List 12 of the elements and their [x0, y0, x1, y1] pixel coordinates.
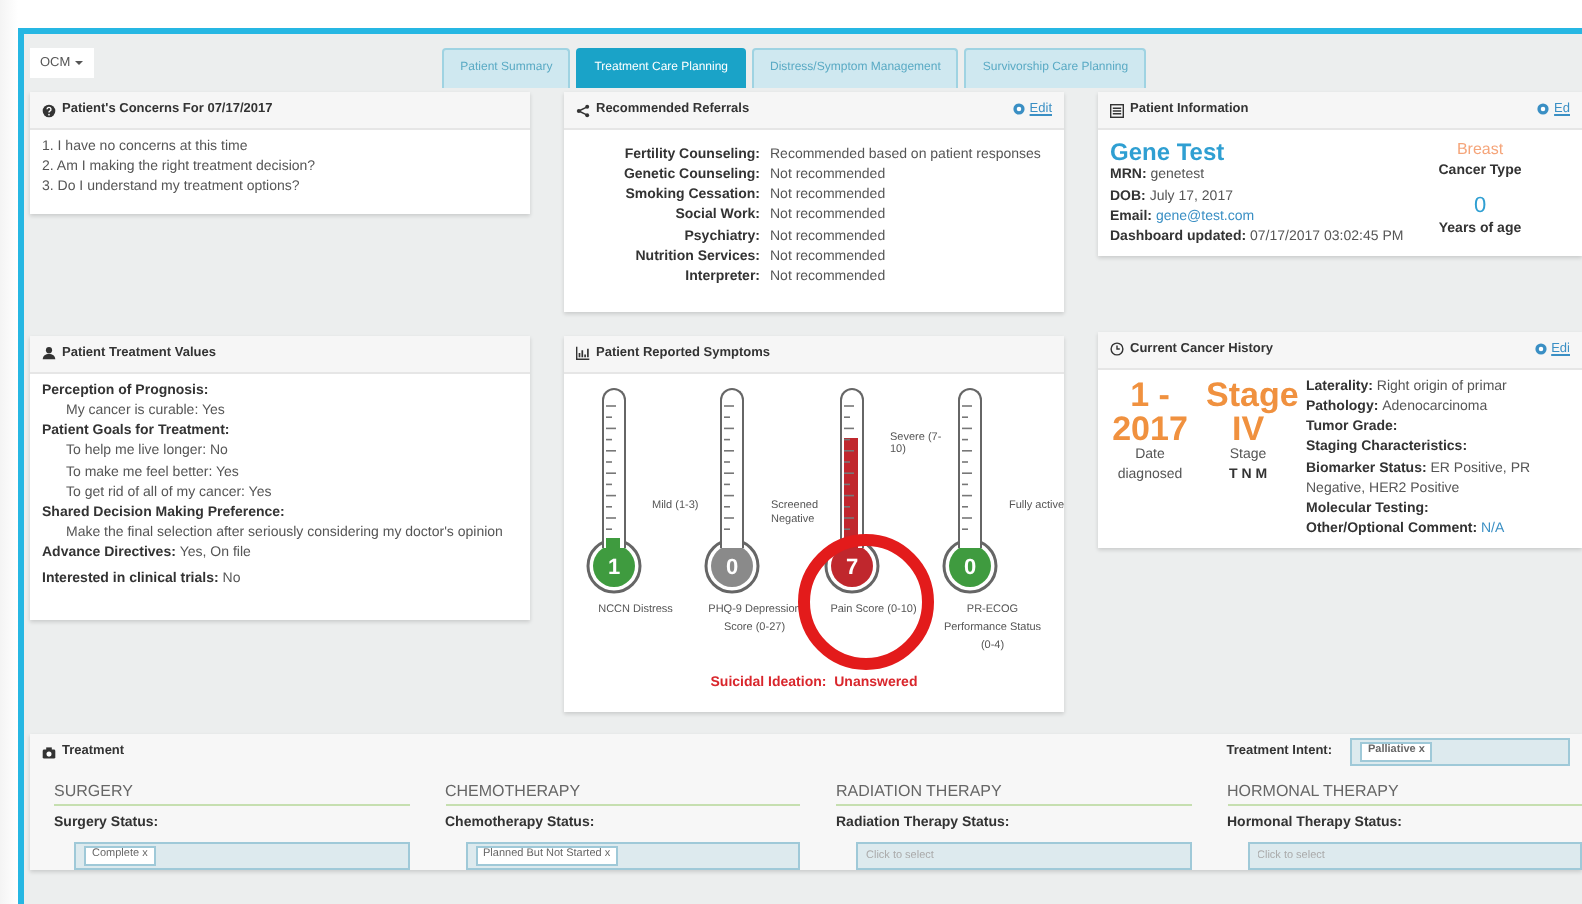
cancer-type: Breast: [1454, 138, 1506, 162]
therapy-heading: RADIATION THERAPY: [836, 779, 1191, 807]
age-value: 0: [1471, 193, 1489, 220]
gauge-value: 0: [964, 555, 977, 580]
gauge-value: 0: [726, 555, 739, 580]
patient-name: Gene Test: [1110, 138, 1227, 167]
gauge-value: 1: [607, 555, 620, 580]
diagnosis-date: 1 - 2017: [1110, 377, 1190, 446]
gauge-value: 7: [845, 555, 858, 580]
therapy-heading: HORMONAL THERAPY: [1227, 779, 1582, 807]
therapy-heading: CHEMOTHERAPY: [445, 779, 800, 807]
therapy-heading: SURGERY: [54, 779, 409, 807]
